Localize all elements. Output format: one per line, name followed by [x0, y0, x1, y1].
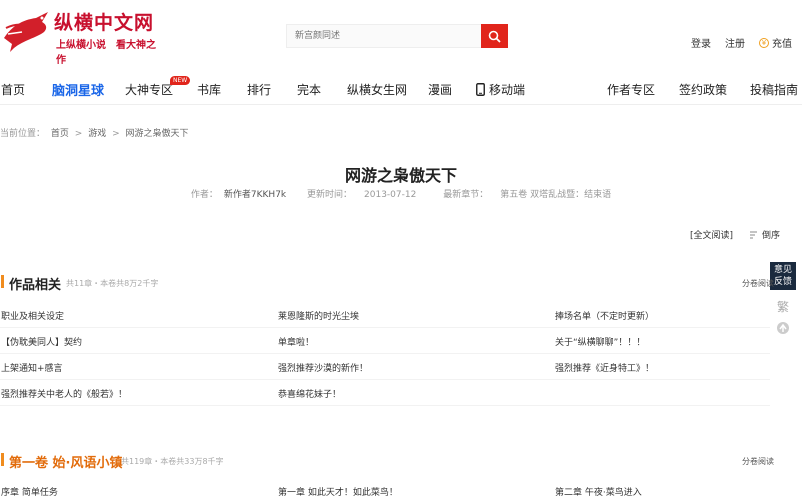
section-title: 作品相关 [9, 278, 62, 293]
section-accent-bar [1, 453, 4, 466]
volume-read-link[interactable]: 分卷阅读 [742, 278, 774, 289]
reverse-order-label: 倒序 [761, 231, 780, 241]
chapter-link[interactable]: 上架通知+感言 [1, 361, 63, 374]
update-label: 更新时间： [307, 190, 353, 200]
sort-icon [749, 231, 757, 238]
section-accent-bar [1, 275, 4, 288]
breadcrumb-sep: > [112, 129, 120, 139]
nav-mobile[interactable]: 移动端 [476, 81, 525, 98]
main-nav: 首页 脑洞星球 大神专区 NEW 书库 排行 完本 纵横女生网 漫画 移动端 作… [0, 76, 802, 102]
nav-mobile-label: 移动端 [489, 83, 526, 97]
table-row: 强烈推荐关中老人的《般若》！ 恭喜绵花妹子！ [0, 380, 770, 406]
reverse-order-button[interactable]: 倒序 [749, 228, 780, 241]
brand-slogan: 上纵横小说 看大神之作 [56, 40, 156, 66]
latest-info: 最新章节： 第五卷 双塔乱战暨：结束语 [437, 190, 617, 200]
recharge-label: 充值 [772, 39, 792, 50]
search-input[interactable] [287, 25, 481, 47]
chapter-link[interactable]: 关于“纵横聊聊”！！！ [555, 335, 645, 348]
breadcrumb: 当前位置： 首页 > 游戏 > 网游之枭傲天下 [0, 126, 192, 139]
search-icon [488, 30, 501, 43]
chapter-link[interactable]: 捧场名单（不定时更新） [555, 309, 654, 322]
table-row: 【伪耽美同人】契约 单章啦！ 关于“纵横聊聊”！！！ [0, 328, 770, 354]
new-badge: NEW [170, 76, 191, 85]
latest-chapter[interactable]: 第五卷 双塔乱战暨：结束语 [500, 190, 611, 200]
breadcrumb-category[interactable]: 游戏 [88, 129, 106, 139]
breadcrumb-prefix: 当前位置： [0, 129, 46, 139]
site-logo[interactable]: 纵横中文网 上纵横小说 看大神之作 [2, 6, 162, 66]
nav-home[interactable]: 首页 [1, 81, 25, 98]
chapter-link[interactable]: 职业及相关设定 [1, 309, 64, 322]
full-read-button[interactable]: [全文阅读] [690, 228, 733, 241]
nav-comics[interactable]: 漫画 [428, 81, 452, 98]
chapter-link[interactable]: 强烈推荐沙漠的新作！ [278, 361, 368, 374]
user-links: 登录 注册 ¥ 充值 [691, 35, 792, 50]
brand-name: 纵横中文网 [54, 12, 155, 34]
nav-author-zone[interactable]: 作者专区 [607, 81, 655, 98]
table-row: 职业及相关设定 莱恩隆斯的时光尘埃 捧场名单（不定时更新） [0, 302, 770, 328]
chapter-link[interactable]: 恭喜绵花妹子！ [278, 387, 341, 400]
coin-icon: ¥ [759, 37, 769, 48]
section-header: 作品相关 共11章・本卷共8万2千字 分卷阅读 [0, 272, 802, 293]
nav-completed[interactable]: 完本 [297, 81, 321, 98]
recharge-link[interactable]: ¥ 充值 [759, 35, 792, 50]
app-icon [777, 322, 789, 334]
search-box [286, 24, 508, 48]
chapter-list: 职业及相关设定 莱恩隆斯的时光尘埃 捧场名单（不定时更新） 【伪耽美同人】契约 … [0, 302, 770, 406]
book-title: 网游之枭傲天下 [344, 166, 457, 185]
volume-read-link[interactable]: 分卷阅读 [742, 456, 774, 467]
breadcrumb-home[interactable]: 首页 [51, 129, 69, 139]
nav-divider [0, 104, 802, 105]
chapter-list: 序章 简单任务 第一章 如此天才！如此菜鸟！ 第二章 午夜·菜鸟进入 [0, 478, 770, 500]
breadcrumb-book[interactable]: 网游之枭傲天下 [126, 129, 189, 139]
register-link[interactable]: 注册 [725, 35, 745, 50]
nav-sign-policy[interactable]: 签约政策 [679, 81, 727, 98]
nav-female[interactable]: 纵横女生网 [347, 81, 407, 98]
view-options: [全文阅读] 倒序 [690, 228, 780, 241]
phone-icon [476, 83, 485, 96]
nav-brain-planet[interactable]: 脑洞星球 [52, 80, 104, 99]
logo-bird-icon [4, 12, 48, 52]
section-title: 第一卷 始·风语小镇 [9, 456, 123, 471]
login-link[interactable]: 登录 [691, 35, 711, 50]
chapter-link[interactable]: 序章 简单任务 [1, 485, 58, 498]
update-time: 2013-07-12 [364, 190, 417, 200]
chapter-link[interactable]: 莱恩隆斯的时光尘埃 [278, 309, 359, 322]
chapter-link[interactable]: 第一章 如此天才！如此菜鸟！ [278, 485, 398, 498]
breadcrumb-sep: > [74, 129, 83, 139]
search-button[interactable] [481, 24, 508, 48]
chapter-link[interactable]: 第二章 午夜·菜鸟进入 [555, 485, 642, 498]
nav-library[interactable]: 书库 [197, 81, 221, 98]
nav-ranking[interactable]: 排行 [247, 81, 271, 98]
chapter-link[interactable]: 单章啦！ [278, 335, 314, 348]
nav-great-god[interactable]: 大神专区 [125, 81, 173, 98]
update-info: 更新时间： 2013-07-12 [301, 190, 422, 200]
mobile-app-button[interactable] [770, 321, 796, 338]
nav-submission[interactable]: 投稿指南 [750, 81, 798, 98]
book-meta: 作者： 新作者7KKH7k 更新时间： 2013-07-12 最新章节： 第五卷 双塔… [0, 187, 802, 200]
section-count: 共119章・本卷共33万8千字 [121, 457, 224, 466]
table-row: 上架通知+感言 强烈推荐沙漠的新作！ 强烈推荐《近身特工》！ [0, 354, 770, 380]
author-name[interactable]: 新作者7KKH7k [224, 190, 286, 200]
section-count: 共11章・本卷共8万2千字 [66, 279, 159, 288]
chapter-link[interactable]: 强烈推荐关中老人的《般若》！ [1, 387, 127, 400]
section-header: 第一卷 始·风语小镇 共119章・本卷共33万8千字 分卷阅读 [0, 450, 802, 471]
author-info: 作者： 新作者7KKH7k [185, 190, 286, 200]
author-label: 作者： [190, 190, 218, 200]
chapter-link[interactable]: 【伪耽美同人】契约 [1, 335, 82, 348]
traditional-chinese-button[interactable]: 繁 [770, 298, 796, 315]
chapter-link[interactable]: 强烈推荐《近身特工》！ [555, 361, 654, 374]
table-row: 序章 简单任务 第一章 如此天才！如此菜鸟！ 第二章 午夜·菜鸟进入 [0, 478, 770, 500]
latest-label: 最新章节： [443, 190, 489, 200]
